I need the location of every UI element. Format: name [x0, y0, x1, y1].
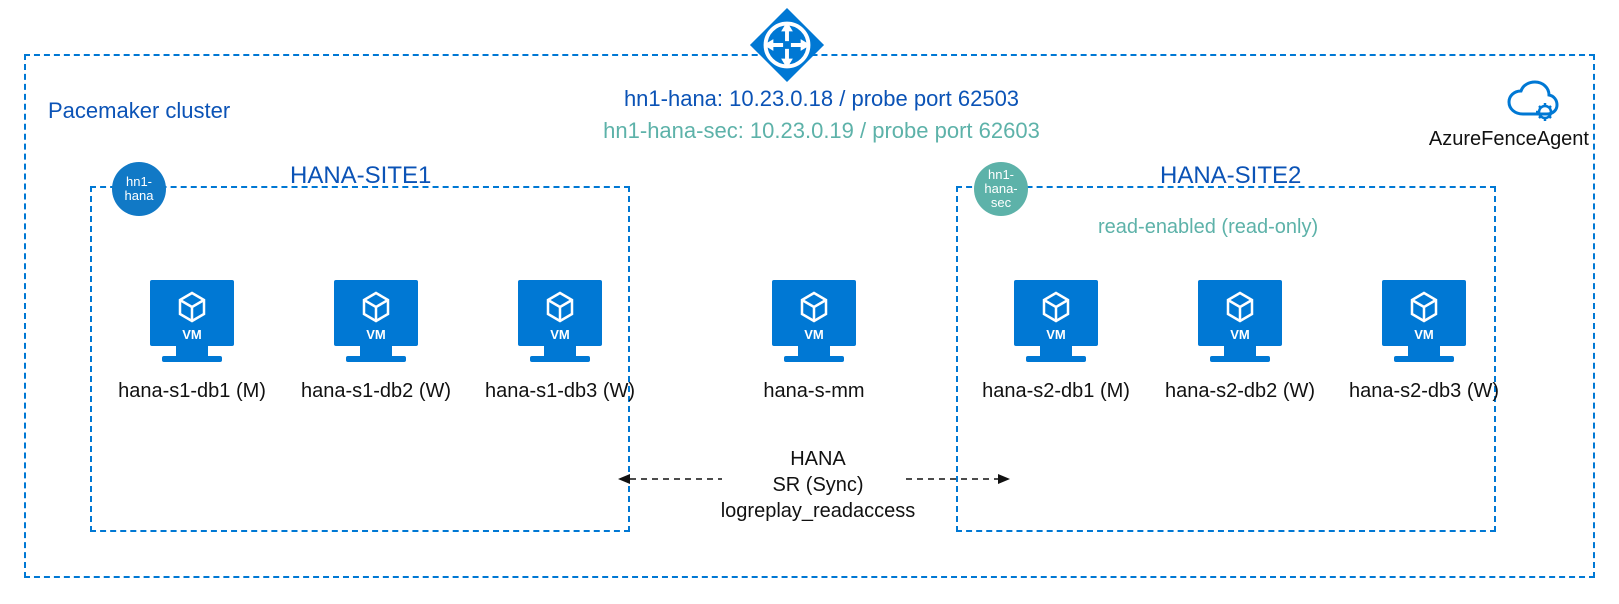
vm-icon [514, 276, 606, 368]
middle-vm: hana-s-mm [730, 276, 898, 403]
read-enabled-label: read-enabled (read-only) [1098, 216, 1318, 239]
site1-title: HANA-SITE1 [290, 162, 431, 190]
arrow-right-icon [906, 474, 1010, 484]
vm-node: hana-s2-db2 (W) [1156, 276, 1324, 403]
vm-label: hana-s1-db2 (W) [301, 380, 451, 403]
load-balancer-icon [748, 6, 826, 84]
site1-badge: hn1-hana [112, 162, 166, 216]
vm-icon [330, 276, 422, 368]
site1-vms: hana-s1-db1 (M) hana-s1-db2 (W) hana-s1-… [108, 276, 644, 403]
vm-label: hana-s2-db1 (M) [982, 380, 1130, 403]
cloud-gear-icon [1505, 80, 1561, 124]
vm-node: hana-s1-db2 (W) [292, 276, 460, 403]
vm-icon [1010, 276, 1102, 368]
vm-node: hana-s2-db1 (M) [972, 276, 1140, 403]
arrow-left-icon [618, 474, 722, 484]
site2-badge: hn1-hana-sec [974, 162, 1028, 216]
vm-node: hana-s2-db3 (W) [1340, 276, 1508, 403]
vm-node: hana-s1-db3 (W) [476, 276, 644, 403]
vm-node: hana-s1-db1 (M) [108, 276, 276, 403]
lb-primary-text: hn1-hana: 10.23.0.18 / probe port 62503 [12, 86, 1619, 112]
vm-label: hana-s2-db2 (W) [1165, 380, 1315, 403]
vm-icon [1378, 276, 1470, 368]
site2-title: HANA-SITE2 [1160, 162, 1301, 190]
vm-label: hana-s1-db1 (M) [118, 380, 266, 403]
vm-icon [768, 276, 860, 368]
vm-node: hana-s-mm [730, 276, 898, 403]
replication-line: logreplay_readaccess [688, 498, 948, 524]
lb-secondary-text: hn1-hana-sec: 10.23.0.19 / probe port 62… [12, 118, 1619, 144]
fence-agent-label: AzureFenceAgent [1429, 128, 1589, 151]
vm-label: hana-s1-db3 (W) [485, 380, 635, 403]
replication-text: HANA SR (Sync) logreplay_readaccess [688, 446, 948, 524]
replication-line: HANA [688, 446, 948, 472]
vm-label: hana-s2-db3 (W) [1349, 380, 1499, 403]
vm-label: hana-s-mm [763, 380, 864, 403]
vm-icon [1194, 276, 1286, 368]
vm-icon [146, 276, 238, 368]
site2-vms: hana-s2-db1 (M) hana-s2-db2 (W) hana-s2-… [972, 276, 1508, 403]
